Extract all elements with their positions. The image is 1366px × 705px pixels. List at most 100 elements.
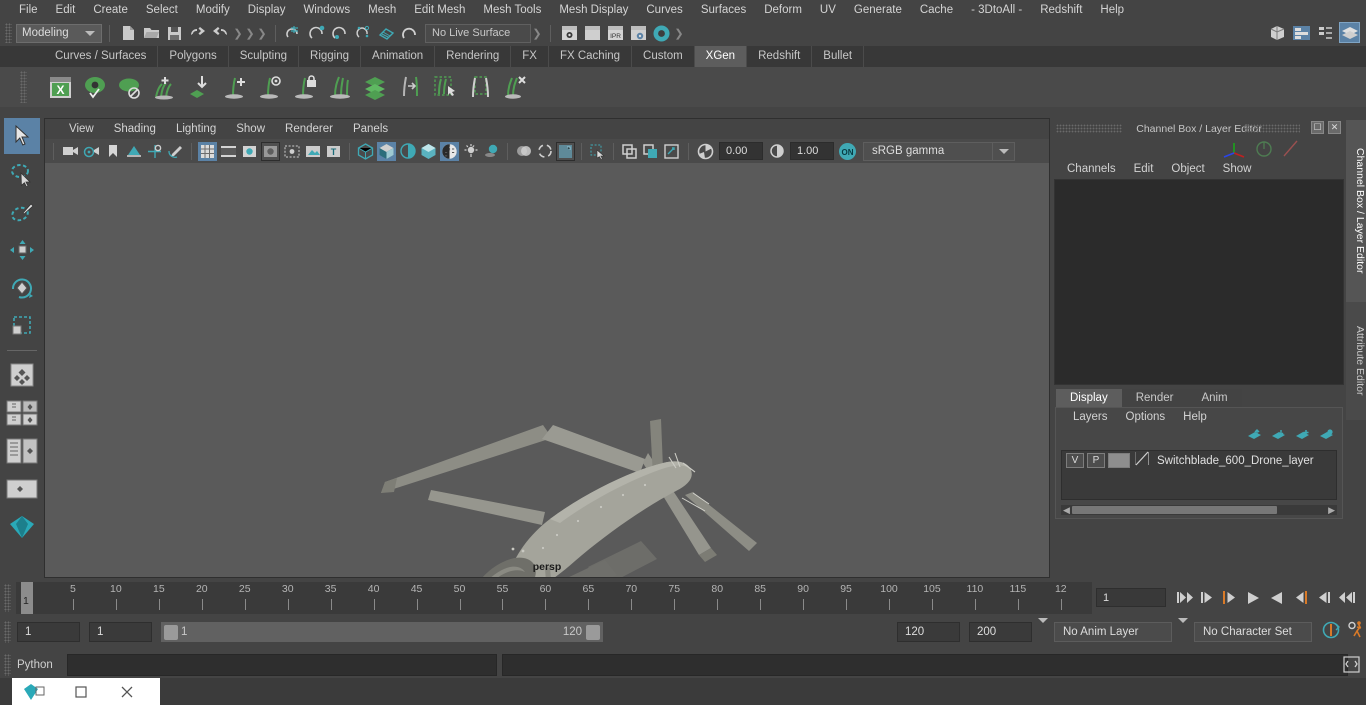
- xgen-guides-icon[interactable]: [324, 70, 357, 104]
- two-pane-layout[interactable]: [4, 433, 40, 469]
- motion-blur-icon[interactable]: [535, 142, 554, 161]
- shelf-tab-xgen[interactable]: XGen: [694, 46, 748, 67]
- time-slider-grip[interactable]: [4, 584, 11, 612]
- image-plane-toggle-icon[interactable]: [303, 142, 322, 161]
- animation-end-time-field[interactable]: 200: [969, 622, 1032, 642]
- xgen-select-guide-icon[interactable]: [254, 70, 287, 104]
- shelf-tab-fx-caching[interactable]: FX Caching: [549, 46, 633, 67]
- play-forwards-icon[interactable]: [1267, 586, 1287, 609]
- layer-row[interactable]: V P Switchblade_600_Drone_layer: [1062, 451, 1336, 470]
- xgen-editor-icon[interactable]: X: [44, 70, 77, 104]
- viewport-menu-panels[interactable]: Panels: [343, 123, 398, 135]
- shelf-tab-curves-surfaces[interactable]: Curves / Surfaces: [44, 46, 159, 67]
- current-frame-field[interactable]: 1: [1096, 588, 1166, 607]
- lasso-select-tool[interactable]: [4, 156, 40, 192]
- command-output[interactable]: [502, 654, 1348, 676]
- layers-options-menu[interactable]: Options: [1117, 411, 1175, 423]
- show-hide-modeling-toolkit-icon[interactable]: [1267, 22, 1288, 43]
- collapse-chevron-icon[interactable]: ❯: [257, 24, 266, 42]
- ipr-render-icon[interactable]: IPR: [605, 23, 626, 44]
- color-management-dropdown-icon[interactable]: [993, 141, 1015, 161]
- menu-uv[interactable]: UV: [811, 0, 845, 20]
- gamma-icon[interactable]: [767, 142, 786, 161]
- undo-icon[interactable]: [187, 23, 208, 44]
- viewport-menu-renderer[interactable]: Renderer: [275, 123, 343, 135]
- text-overlay-icon[interactable]: T: [324, 142, 343, 161]
- viewport-menu-lighting[interactable]: Lighting: [166, 123, 226, 135]
- animation-preferences-icon[interactable]: [1347, 620, 1366, 644]
- ao-icon[interactable]: [514, 142, 533, 161]
- shelf-tab-polygons[interactable]: Polygons: [158, 46, 229, 67]
- layer-playback-toggle[interactable]: P: [1087, 453, 1105, 468]
- grease-pencil-icon[interactable]: [166, 142, 185, 161]
- go-to-start-icon[interactable]: [1174, 586, 1194, 609]
- vtab-attribute-editor[interactable]: Attribute Editor: [1346, 302, 1366, 420]
- tab-render[interactable]: Render: [1121, 389, 1188, 407]
- shelf-tab-animation[interactable]: Animation: [361, 46, 436, 67]
- xgen-add-density-icon[interactable]: [149, 70, 182, 104]
- channels-show-menu[interactable]: Show: [1214, 163, 1261, 175]
- tab-anim[interactable]: Anim: [1187, 389, 1242, 407]
- shelf-grip[interactable]: [20, 71, 27, 103]
- scroll-right-arrow-icon[interactable]: ▶: [1326, 505, 1337, 516]
- show-hide-channel-box-icon[interactable]: [1339, 22, 1360, 43]
- viewport-menu-view[interactable]: View: [59, 123, 104, 135]
- camera-attributes-icon[interactable]: [82, 142, 101, 161]
- two-d-pan-zoom-icon[interactable]: [145, 142, 164, 161]
- character-set-dropdown-icon[interactable]: [1178, 618, 1188, 641]
- exposure-field[interactable]: 0.00: [719, 142, 763, 160]
- range-bar[interactable]: 1 120: [161, 622, 603, 642]
- redo-icon[interactable]: [210, 23, 231, 44]
- color-management-field[interactable]: sRGB gamma: [863, 141, 993, 161]
- menu-redshift[interactable]: Redshift: [1031, 0, 1091, 20]
- film-gate-icon[interactable]: [219, 142, 238, 161]
- image-plane-icon[interactable]: [124, 142, 143, 161]
- show-hide-attribute-editor-icon[interactable]: [1291, 22, 1312, 43]
- viewport-canvas[interactable]: y x z persp: [45, 163, 1049, 577]
- layers-help-menu[interactable]: Help: [1174, 411, 1216, 423]
- snap-to-magnet-icon[interactable]: [399, 23, 420, 44]
- menu-create[interactable]: Create: [84, 0, 137, 20]
- chevron-down-icon[interactable]: [81, 25, 99, 42]
- viewport-menu-shading[interactable]: Shading: [104, 123, 166, 135]
- xgen-delete-guide-icon[interactable]: [499, 70, 532, 104]
- save-scene-icon[interactable]: [164, 23, 185, 44]
- layer-color-swatch[interactable]: [1108, 453, 1130, 468]
- step-forward-keyframe-icon[interactable]: [1314, 586, 1334, 609]
- layers-menu[interactable]: Layers: [1064, 411, 1117, 423]
- shelf-tab-rigging[interactable]: Rigging: [299, 46, 362, 67]
- menu-mesh-display[interactable]: Mesh Display: [550, 0, 637, 20]
- multisample-icon[interactable]: [556, 141, 575, 161]
- xgen-add-guide-icon[interactable]: [219, 70, 252, 104]
- exposure-icon[interactable]: [696, 142, 715, 161]
- smooth-shade-icon[interactable]: [377, 141, 396, 161]
- range-end-time-field[interactable]: 120: [897, 622, 960, 642]
- snap-to-projected-center-icon[interactable]: [353, 23, 374, 44]
- menu-cache[interactable]: Cache: [911, 0, 962, 20]
- rotate-tool[interactable]: [4, 270, 40, 306]
- tab-display[interactable]: Display: [1056, 389, 1122, 407]
- textured-icon[interactable]: [419, 142, 438, 161]
- scale-tool[interactable]: [4, 308, 40, 344]
- anim-layer-dropdown-icon[interactable]: [1038, 618, 1048, 641]
- collapse-chevron-icon[interactable]: ❯: [245, 24, 254, 42]
- command-language-label[interactable]: Python: [17, 659, 67, 671]
- range-right-handle[interactable]: [586, 624, 600, 640]
- move-layer-down-icon[interactable]: [1271, 428, 1286, 446]
- render-current-frame-icon[interactable]: [559, 23, 580, 44]
- last-tool-used[interactable]: [4, 357, 40, 393]
- menu-help[interactable]: Help: [1091, 0, 1133, 20]
- status-line-grip[interactable]: [5, 23, 12, 43]
- show-hide-tool-settings-icon[interactable]: [1315, 22, 1336, 43]
- bookmark-icon[interactable]: [103, 142, 122, 161]
- menu-curves[interactable]: Curves: [637, 0, 691, 20]
- shelf-tab-redshift[interactable]: Redshift: [747, 46, 813, 67]
- menu-file[interactable]: File: [10, 0, 47, 20]
- channels-edit-menu[interactable]: Edit: [1125, 163, 1163, 175]
- step-back-frame-icon[interactable]: [1219, 586, 1239, 609]
- range-left-handle[interactable]: [164, 624, 178, 640]
- restore-window-icon[interactable]: [58, 678, 104, 705]
- menu-surfaces[interactable]: Surfaces: [692, 0, 755, 20]
- step-back-keyframe-icon[interactable]: [1197, 586, 1217, 609]
- layer-name[interactable]: Switchblade_600_Drone_layer: [1157, 455, 1314, 467]
